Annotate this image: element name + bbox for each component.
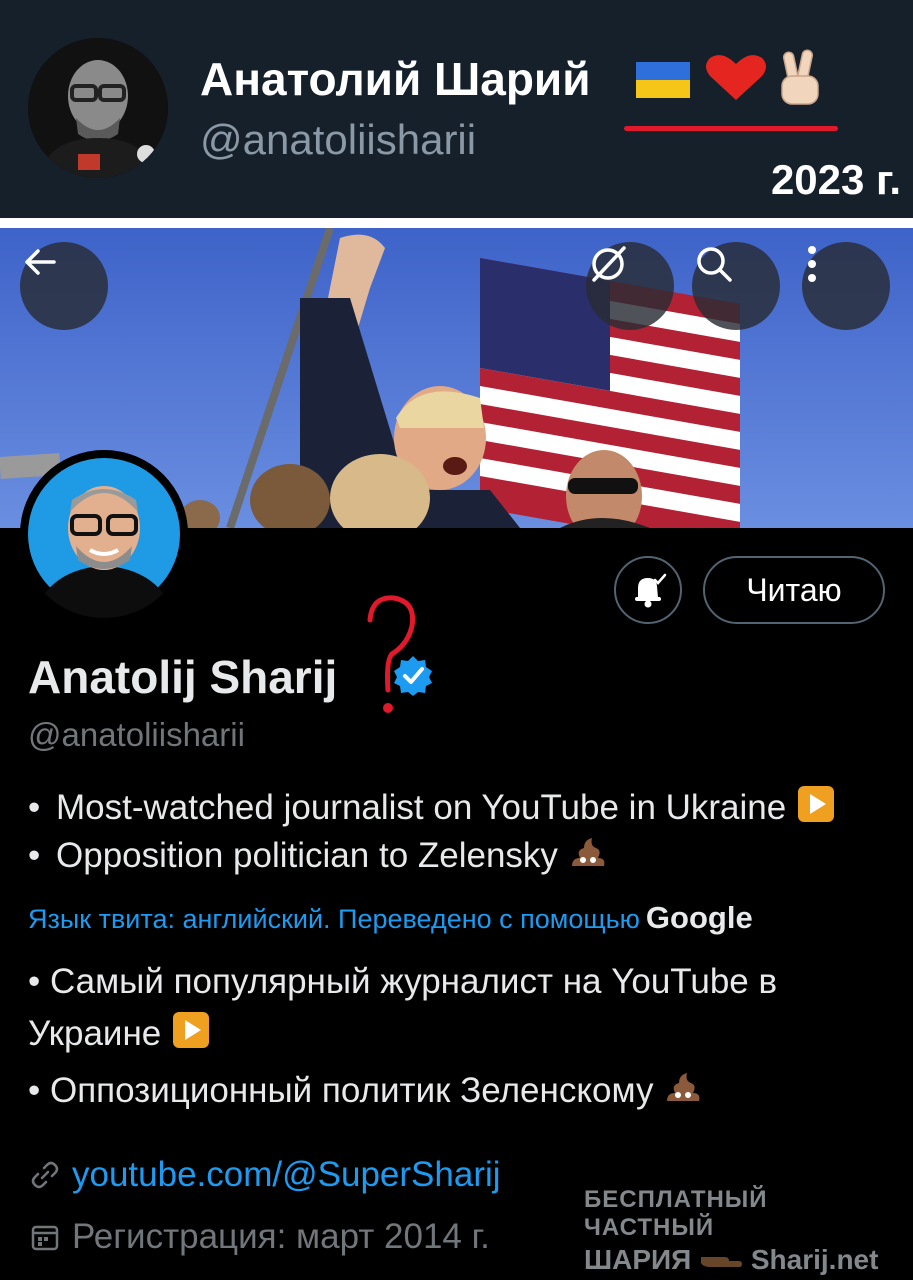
search-icon	[697, 247, 732, 282]
search-button[interactable]	[692, 242, 780, 330]
bullet: •	[28, 836, 41, 875]
link-url[interactable]: youtube.com/@SuperSharij	[72, 1155, 501, 1194]
old-display-name: Анатолий Шарий	[200, 53, 591, 105]
poop-emoji	[568, 832, 608, 881]
display-name: Anatolij Sharij	[28, 651, 338, 703]
more-vertical-icon	[808, 246, 816, 282]
translated-line-2: • Оппозиционный политик Зеленскому	[28, 1065, 888, 1122]
translated-bio: • Самый популярный журналист на YouTube …	[28, 956, 888, 1122]
more-button[interactable]	[802, 242, 890, 330]
translated-line-1: • Самый популярный журналист на YouTube …	[28, 956, 888, 1065]
bio-line-1: • Most-watched journalist on YouTube in U…	[28, 784, 836, 833]
watermark-line-1: БЕСПЛАТНЫЙ ЧАСТНЫЙ	[584, 1186, 768, 1241]
google-logo: Google	[645, 900, 753, 935]
bio-line-2: • Opposition politician to Zelensky	[28, 832, 608, 881]
play-button-emoji	[171, 1010, 211, 1065]
profile-avatar[interactable]	[20, 450, 188, 618]
profile-link[interactable]: youtube.com/@SuperSharij	[30, 1155, 501, 1195]
bio-text-2: Opposition politician to Zelensky	[56, 836, 558, 875]
watermark-line-2: ШАРИЯ Sharij.net	[584, 1244, 879, 1275]
calendar-icon	[31, 1225, 59, 1251]
translation-label: Язык твита: английский. Переведено с пом…	[28, 904, 640, 934]
bullet: •	[28, 788, 41, 827]
bell-check-icon	[635, 573, 667, 608]
translation-notice[interactable]: Язык твита: английский. Переведено с пом…	[28, 900, 753, 936]
verified-badge-icon	[394, 656, 432, 696]
registration-date: Регистрация: март 2014 г.	[30, 1217, 490, 1257]
grok-icon	[592, 246, 626, 282]
red-underline	[624, 126, 838, 131]
watermark: БЕСПЛАТНЫЙ ЧАСТНЫЙ ШАРИЯ Sharij.net	[584, 1186, 894, 1276]
play-button-emoji	[796, 784, 836, 833]
divider	[0, 218, 913, 228]
profile-handle: @anatoliisharii	[28, 716, 245, 753]
link-icon	[31, 1161, 59, 1189]
bio-text-1: Most-watched journalist on YouTube in Uk…	[56, 788, 787, 827]
old-avatar	[28, 38, 168, 178]
old-handle: @anatoliisharii	[200, 116, 477, 163]
registration-text: Регистрация: март 2014 г.	[72, 1217, 490, 1256]
grok-button[interactable]	[586, 242, 674, 330]
year-label: 2023 г.	[770, 156, 901, 203]
poop-emoji	[663, 1067, 703, 1122]
pointing-hand-icon	[701, 1257, 743, 1267]
following-button[interactable]: Читаю	[703, 556, 885, 624]
flag-heart-victory-emojis	[636, 48, 836, 108]
back-arrow-icon	[25, 249, 56, 275]
back-button[interactable]	[20, 242, 108, 330]
notifications-button[interactable]	[614, 556, 682, 624]
old-profile-banner: Анатолий Шарий @anatoliisharii 2023 г.	[0, 0, 913, 218]
